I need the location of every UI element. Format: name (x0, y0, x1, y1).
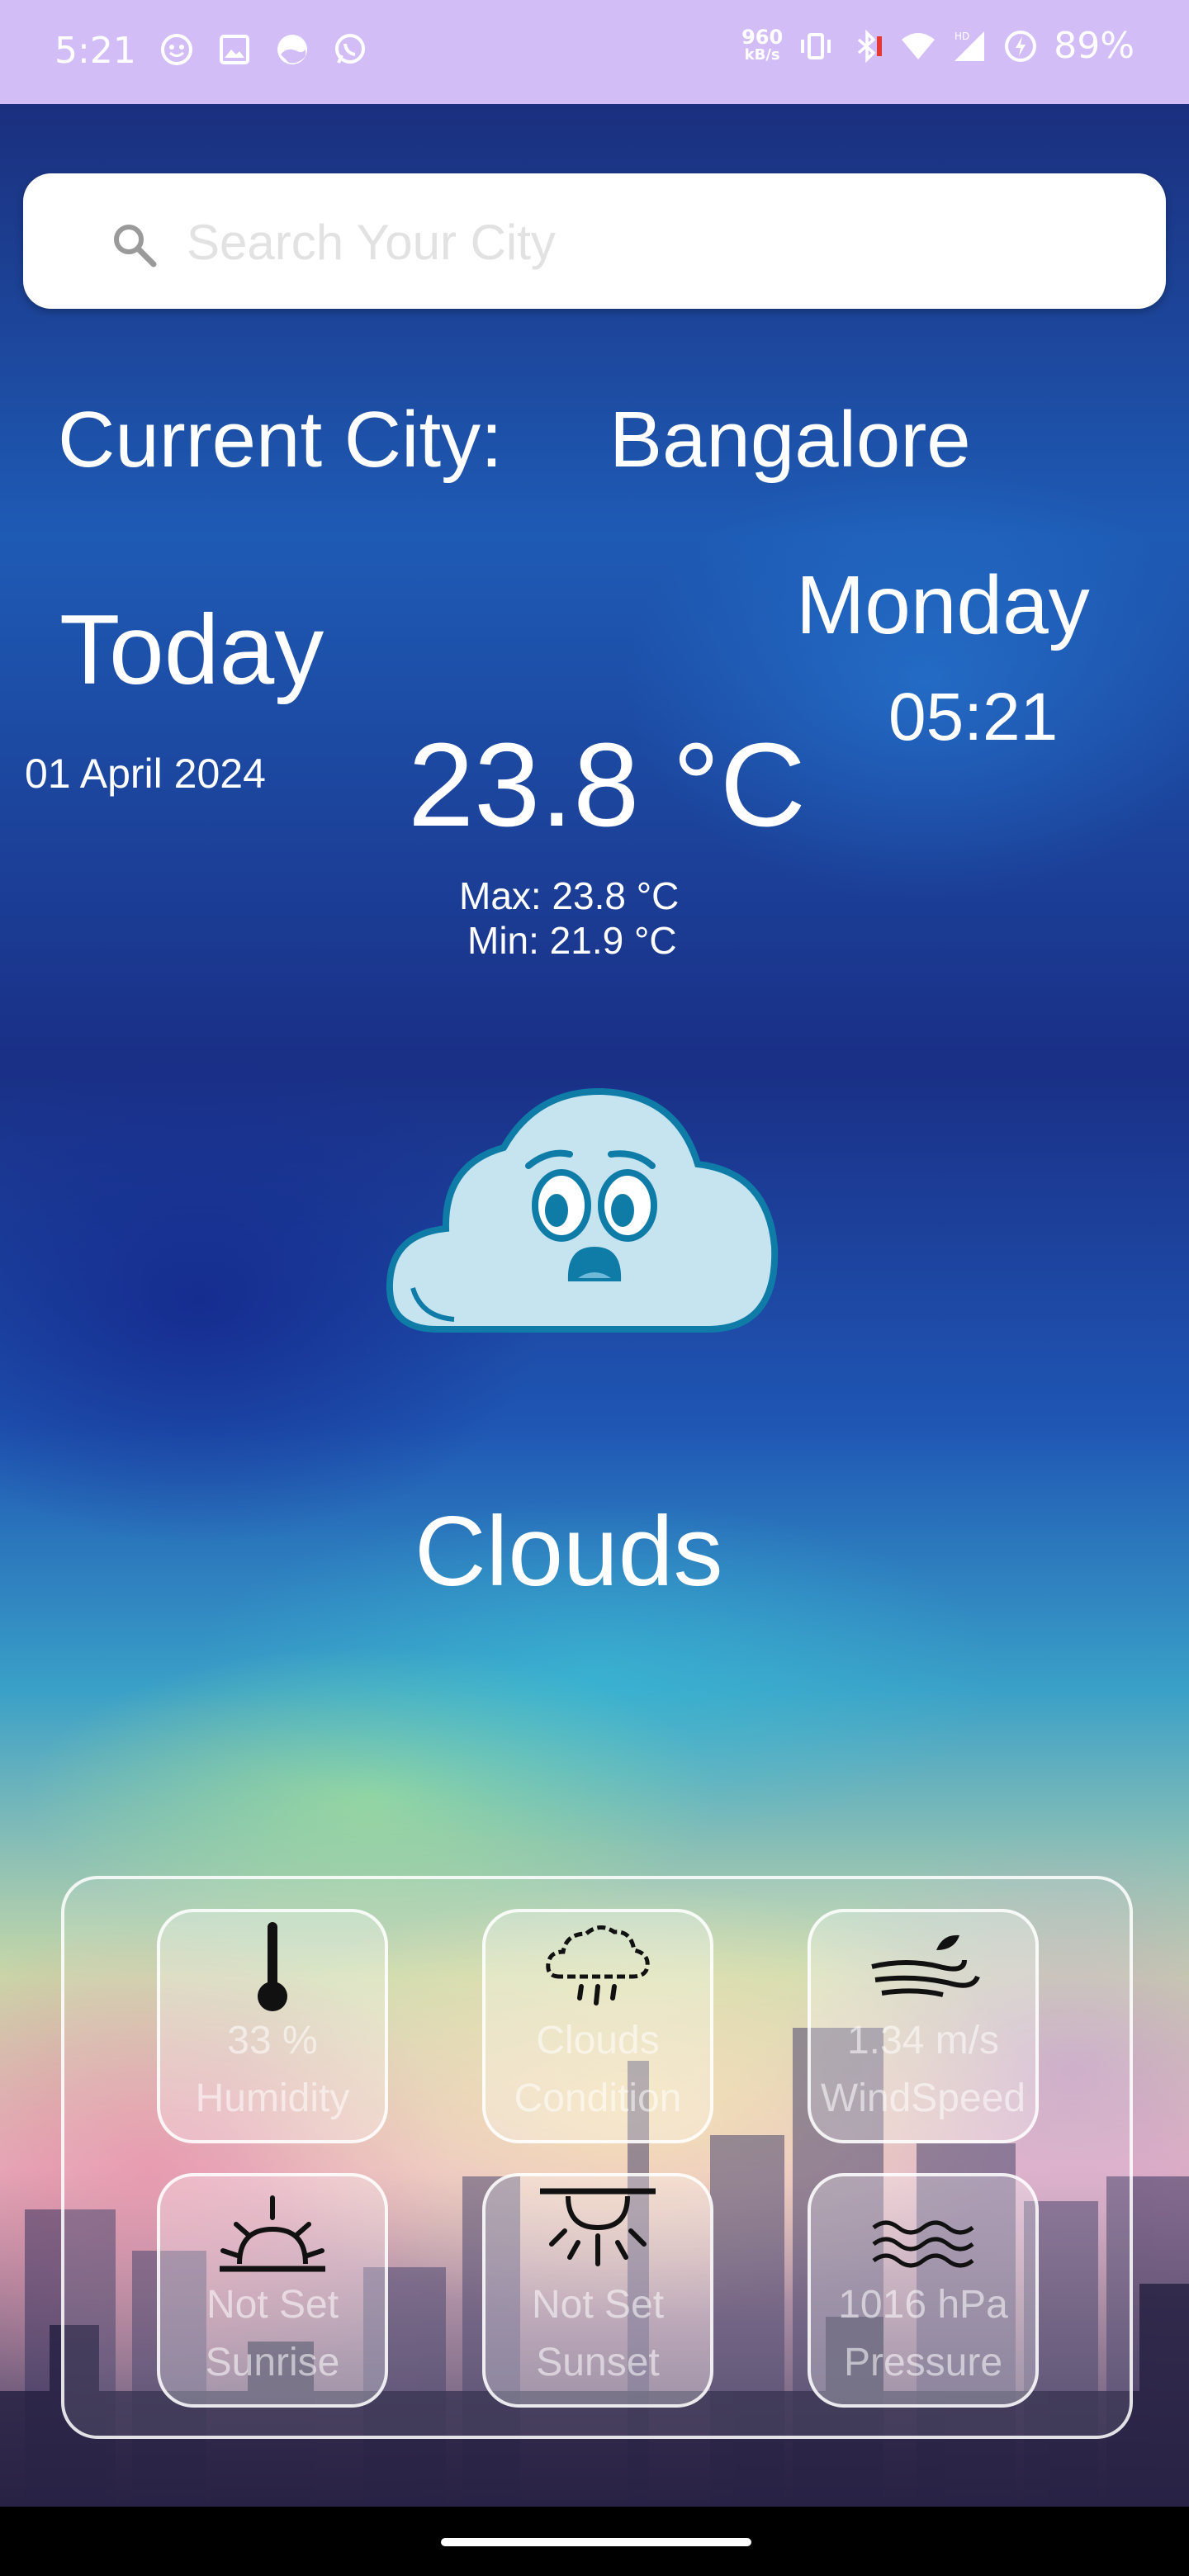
sunset-label: Sunset (536, 2341, 660, 2384)
battery-saver-icon (1005, 30, 1037, 62)
gallery-notification-icon (220, 35, 249, 64)
condition-card[interactable]: Clouds Condition (482, 1909, 713, 2143)
network-speed-unit: kB/s (744, 45, 780, 64)
navigation-bar (0, 2507, 1189, 2576)
day-name: Monday (796, 559, 1090, 651)
search-bar[interactable] (23, 173, 1166, 309)
min-temperature: Min: 21.9 °C (467, 919, 677, 962)
sunset-card[interactable]: Not Set Sunset (482, 2173, 713, 2408)
weather-condition: Clouds (414, 1496, 723, 1607)
condition-value: Clouds (536, 2019, 660, 2062)
weather-details-panel: 33 % Humidity Clouds Condition 1.34 m/s … (61, 1876, 1133, 2439)
current-temperature: 23.8 °C (408, 718, 806, 851)
wifi-icon (902, 32, 936, 59)
battery-percentage: 89% (1054, 25, 1135, 67)
pressure-card[interactable]: 1016 hPa Pressure (808, 2173, 1039, 2408)
network-speed-value: 960 (741, 25, 784, 49)
waves-icon (872, 2220, 974, 2268)
sunrise-card[interactable]: Not Set Sunrise (157, 2173, 388, 2408)
pressure-label: Pressure (843, 2341, 1003, 2384)
search-input[interactable] (185, 206, 1113, 277)
worried-cloud-icon (386, 1087, 779, 1333)
current-date: 01 April 2024 (25, 751, 266, 797)
rain-cloud-icon (546, 1925, 650, 2005)
vibrate-icon (801, 32, 831, 59)
wind-speed-card[interactable]: 1.34 m/s WindSpeed (808, 1909, 1039, 2143)
sunrise-icon (220, 2195, 325, 2272)
wind-speed-value: 1.34 m/s (846, 2019, 1000, 2062)
status-bar: 5:21 960 kB/s HD 89% (0, 0, 1189, 104)
humidity-label: Humidity (195, 2076, 350, 2120)
wind-icon (871, 1934, 980, 1997)
current-city-name: Bangalore (609, 395, 971, 484)
sunset-value: Not Set (531, 2283, 665, 2327)
sunset-icon (540, 2188, 656, 2266)
pressure-value: 1016 hPa (838, 2283, 1008, 2327)
whatsapp-notification-icon (335, 34, 365, 64)
today-heading: Today (59, 594, 324, 705)
search-icon[interactable] (109, 220, 159, 269)
humidity-value: 33 % (227, 2019, 318, 2062)
smiley-notification-icon (161, 34, 192, 65)
svg-text:HD: HD (955, 31, 969, 42)
thermometer-icon (258, 1922, 287, 2011)
cellular-signal-icon: HD (955, 31, 985, 61)
sunrise-label: Sunrise (205, 2341, 340, 2384)
weather-notification-icon (277, 35, 307, 64)
bluetooth-icon (858, 29, 883, 63)
max-temperature: Max: 23.8 °C (459, 874, 680, 917)
wind-speed-label: WindSpeed (820, 2076, 1026, 2120)
sunrise-value: Not Set (206, 2283, 339, 2327)
current-city-label: Current City: (58, 395, 503, 484)
system-icons: 960 kB/s HD 89% (741, 25, 1135, 67)
status-time: 5:21 (54, 30, 136, 72)
home-gesture-handle[interactable] (441, 2538, 751, 2546)
notification-icons (159, 31, 368, 68)
current-time: 05:21 (888, 680, 1059, 755)
humidity-card[interactable]: 33 % Humidity (157, 1909, 388, 2143)
condition-label: Condition (514, 2076, 682, 2120)
network-speed: 960 kB/s (741, 25, 784, 64)
